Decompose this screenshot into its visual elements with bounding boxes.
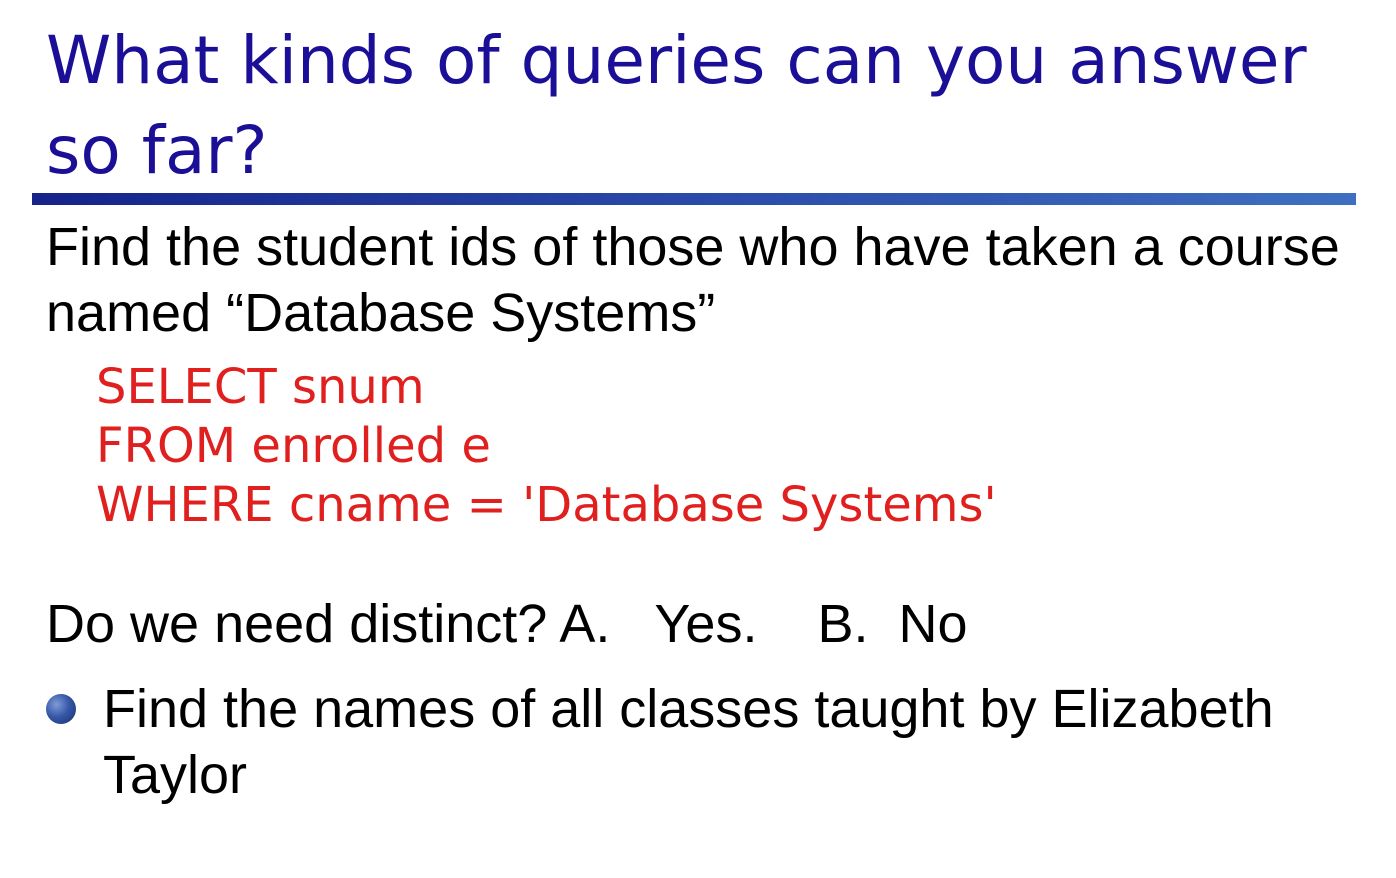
title-divider (32, 193, 1356, 205)
distinct-question: Do we need distinct? A. Yes. B. No (46, 594, 968, 654)
sql-line-where: WHERE cname = 'Database Systems' (96, 477, 997, 533)
slide: What kinds of queries can you answer so … (0, 0, 1396, 878)
bullet-item-text: Find the names of all classes taught by … (103, 679, 1274, 805)
bullet-dot-icon (46, 694, 76, 724)
sql-line-select: SELECT snum (96, 359, 425, 415)
question-text: Find the student ids of those who have t… (46, 217, 1340, 343)
slide-title: What kinds of queries can you answer so … (46, 22, 1307, 189)
sql-line-from: FROM enrolled e (96, 418, 491, 474)
sql-query-block: SELECT snum FROM enrolled e WHERE cname … (96, 358, 997, 535)
